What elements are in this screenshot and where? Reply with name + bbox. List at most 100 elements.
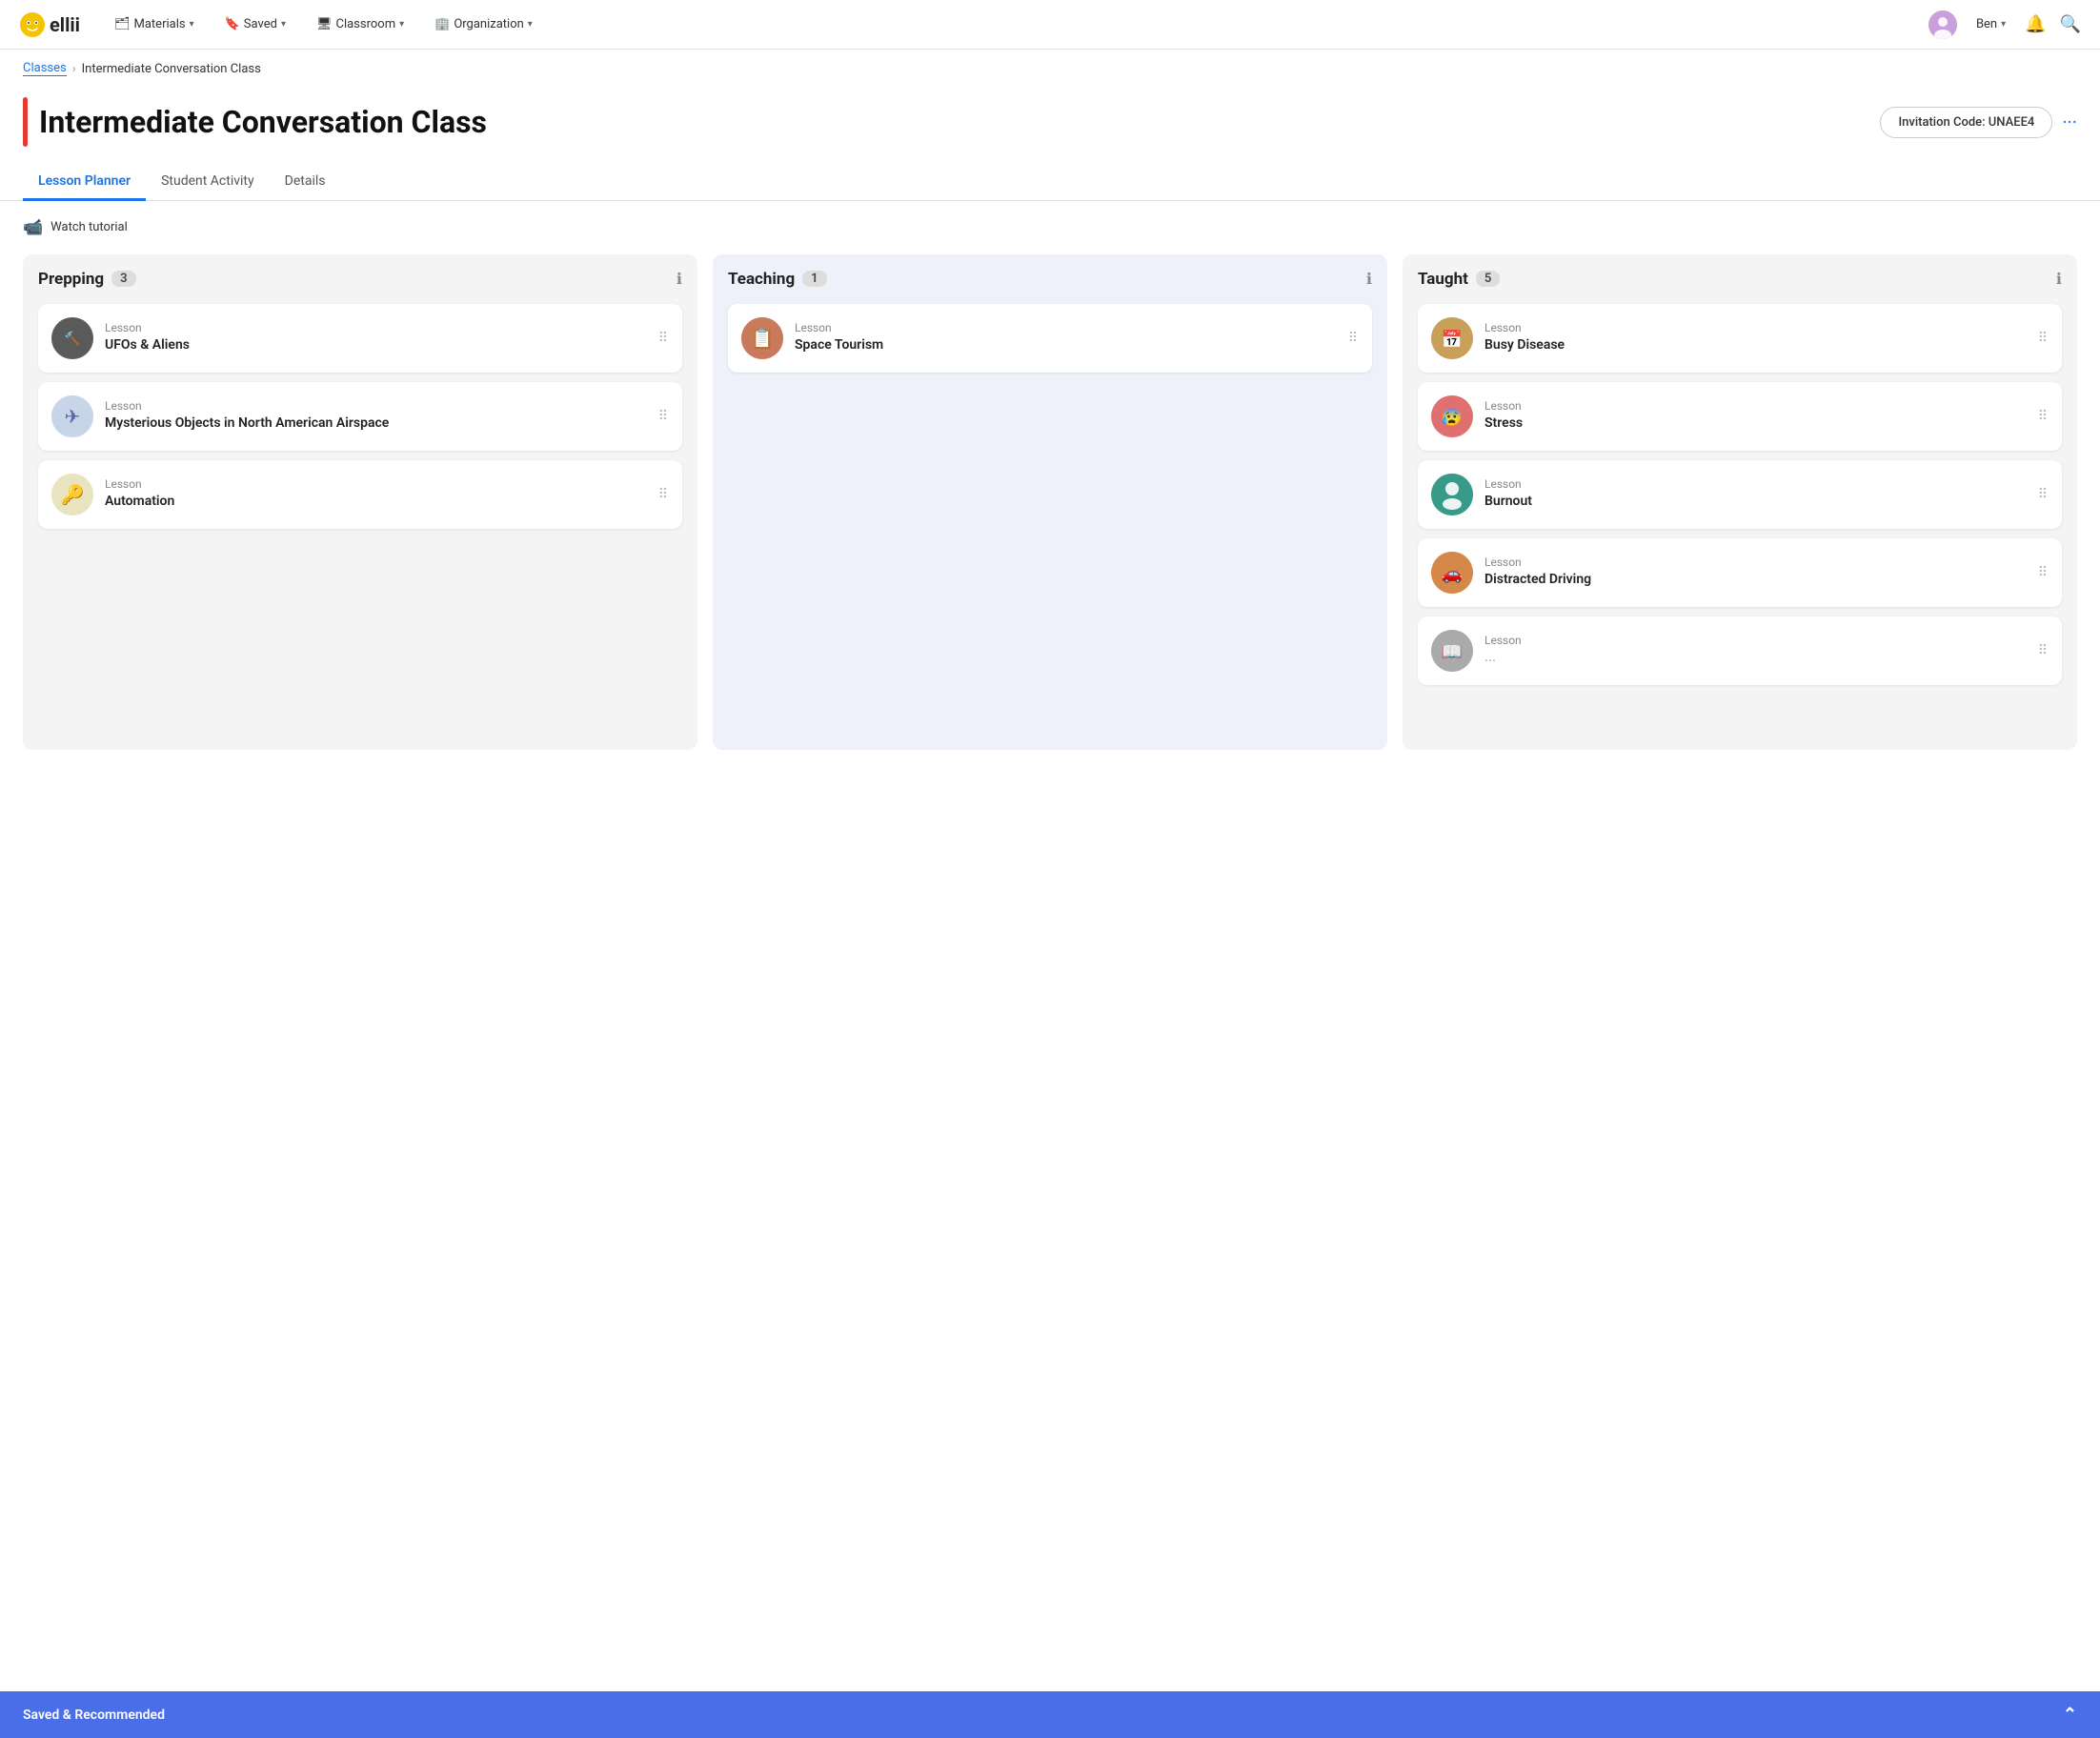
svg-text:📖: 📖: [1442, 642, 1463, 662]
column-taught-count: 5: [1476, 271, 1500, 287]
search-icon[interactable]: 🔍: [2060, 14, 2081, 34]
drag-handle-automation[interactable]: ⠿: [658, 487, 669, 502]
columns-container: Prepping 3 ℹ 🔨 Lesson UFOs & Aliens ⠿: [0, 254, 2100, 750]
lesson-content-last: Lesson ...: [1484, 634, 2027, 666]
nav-materials-label: Materials: [134, 17, 186, 31]
lesson-card-distracted[interactable]: 🚗 Lesson Distracted Driving ⠿: [1418, 538, 2062, 607]
column-teaching-title: Teaching: [728, 270, 795, 289]
breadcrumb-separator: ›: [72, 62, 76, 76]
page-title-wrap: Intermediate Conversation Class: [23, 97, 487, 147]
drag-handle-last[interactable]: ⠿: [2038, 643, 2049, 658]
column-prepping: Prepping 3 ℹ 🔨 Lesson UFOs & Aliens ⠿: [23, 254, 697, 750]
nav-materials[interactable]: 🗂 Materials ▾: [109, 13, 200, 35]
lesson-title-busy: Busy Disease: [1484, 336, 2027, 354]
breadcrumb-parent[interactable]: Classes: [23, 61, 67, 76]
organization-chevron: ▾: [528, 19, 533, 30]
lesson-label-burnout: Lesson: [1484, 477, 2027, 491]
lesson-label-mysterious: Lesson: [105, 399, 647, 413]
column-teaching-info-icon[interactable]: ℹ: [1366, 270, 1372, 288]
svg-text:🚗: 🚗: [1442, 564, 1463, 584]
svg-text:🔑: 🔑: [61, 483, 85, 506]
lesson-card-mysterious[interactable]: ✈ Lesson Mysterious Objects in North Ame…: [38, 382, 682, 451]
lesson-icon-last: 📖: [1431, 630, 1473, 672]
drag-handle-busy[interactable]: ⠿: [2038, 331, 2049, 346]
lesson-icon-burnout: [1431, 474, 1473, 515]
lesson-icon-ufos: 🔨: [51, 317, 93, 359]
drag-handle-stress[interactable]: ⠿: [2038, 409, 2049, 424]
logo[interactable]: ellii: [19, 11, 80, 38]
column-taught-info-icon[interactable]: ℹ: [2056, 270, 2062, 288]
column-taught-title: Taught: [1418, 270, 1468, 289]
drag-handle-distracted[interactable]: ⠿: [2038, 565, 2049, 580]
drag-handle-space[interactable]: ⠿: [1348, 331, 1359, 346]
lesson-card-burnout[interactable]: Lesson Burnout ⠿: [1418, 460, 2062, 529]
more-button[interactable]: ···: [2062, 111, 2077, 133]
nav-classroom[interactable]: 🖥 Classroom ▾: [311, 13, 410, 35]
user-name: Ben: [1976, 17, 1997, 31]
svg-text:😰: 😰: [1442, 408, 1463, 428]
nav-organization[interactable]: 🏢 Organization ▾: [429, 13, 538, 35]
classroom-icon: 🖥: [316, 17, 333, 31]
lesson-icon-stress: 😰: [1431, 395, 1473, 437]
nav-saved-label: Saved: [244, 17, 277, 31]
lesson-title-last: ...: [1484, 649, 2027, 666]
nav-right: Ben ▾ 🔔 🔍: [1928, 10, 2081, 39]
lesson-content-ufos: Lesson UFOs & Aliens: [105, 321, 647, 354]
lesson-label-stress: Lesson: [1484, 399, 2027, 413]
lesson-label-distracted: Lesson: [1484, 556, 2027, 569]
lesson-label-busy: Lesson: [1484, 321, 2027, 334]
lesson-card-ufos[interactable]: 🔨 Lesson UFOs & Aliens ⠿: [38, 304, 682, 373]
user-avatar[interactable]: [1928, 10, 1957, 39]
lesson-icon-distracted: 🚗: [1431, 552, 1473, 594]
page-title-accent: [23, 97, 28, 147]
lesson-label-automation: Lesson: [105, 477, 647, 491]
lesson-title-mysterious: Mysterious Objects in North American Air…: [105, 414, 647, 432]
lesson-content-mysterious: Lesson Mysterious Objects in North Ameri…: [105, 399, 647, 432]
lesson-content-automation: Lesson Automation: [105, 477, 647, 510]
materials-chevron: ▾: [190, 19, 194, 30]
lesson-icon-space: 📋: [741, 317, 783, 359]
lesson-card-busy[interactable]: 📅 Lesson Busy Disease ⠿: [1418, 304, 2062, 373]
bottom-bar-label: Saved & Recommended: [23, 1708, 165, 1723]
lesson-title-automation: Automation: [105, 493, 647, 510]
bottom-bar[interactable]: Saved & Recommended ⌃: [0, 1691, 2100, 1738]
drag-handle-mysterious[interactable]: ⠿: [658, 409, 669, 424]
lesson-title-stress: Stress: [1484, 414, 2027, 432]
user-menu[interactable]: Ben ▾: [1970, 13, 2011, 35]
classroom-chevron: ▾: [399, 19, 404, 30]
tab-lesson-planner[interactable]: Lesson Planner: [23, 164, 146, 201]
drag-handle-burnout[interactable]: ⠿: [2038, 487, 2049, 502]
lesson-content-space: Lesson Space Tourism: [795, 321, 1337, 354]
lesson-card-last[interactable]: 📖 Lesson ... ⠿: [1418, 616, 2062, 685]
column-prepping-count: 3: [111, 271, 135, 287]
lesson-title-burnout: Burnout: [1484, 493, 2027, 510]
breadcrumb: Classes › Intermediate Conversation Clas…: [0, 50, 2100, 88]
lesson-icon-busy: 📅: [1431, 317, 1473, 359]
tutorial-video-icon: 📹: [23, 218, 43, 237]
nav-organization-label: Organization: [454, 17, 523, 31]
lesson-title-space: Space Tourism: [795, 336, 1337, 354]
column-prepping-info-icon[interactable]: ℹ: [676, 270, 682, 288]
tab-details[interactable]: Details: [270, 164, 341, 201]
column-teaching-count: 1: [802, 271, 826, 287]
lesson-card-space[interactable]: 📋 Lesson Space Tourism ⠿: [728, 304, 1372, 373]
bottom-bar-chevron-icon: ⌃: [2063, 1705, 2077, 1725]
nav-classroom-label: Classroom: [335, 17, 395, 31]
invitation-code[interactable]: Invitation Code: UNAEE4: [1880, 107, 2052, 138]
lesson-label-ufos: Lesson: [105, 321, 647, 334]
lesson-card-automation[interactable]: 🔑 Lesson Automation ⠿: [38, 460, 682, 529]
svg-text:📋: 📋: [751, 327, 775, 350]
lesson-content-burnout: Lesson Burnout: [1484, 477, 2027, 510]
column-taught: Taught 5 ℹ 📅 Lesson Busy Disease ⠿ 😰: [1403, 254, 2077, 750]
lesson-content-busy: Lesson Busy Disease: [1484, 321, 2027, 354]
nav-saved[interactable]: 🔖 Saved ▾: [219, 13, 292, 35]
bell-icon[interactable]: 🔔: [2025, 14, 2046, 34]
user-chevron: ▾: [2001, 19, 2006, 30]
saved-icon: 🔖: [225, 17, 240, 31]
lesson-title-ufos: UFOs & Aliens: [105, 336, 647, 354]
watch-tutorial-link[interactable]: 📹 Watch tutorial: [0, 201, 2100, 254]
tab-student-activity[interactable]: Student Activity: [146, 164, 270, 201]
saved-chevron: ▾: [281, 19, 286, 30]
drag-handle-ufos[interactable]: ⠿: [658, 331, 669, 346]
lesson-card-stress[interactable]: 😰 Lesson Stress ⠿: [1418, 382, 2062, 451]
